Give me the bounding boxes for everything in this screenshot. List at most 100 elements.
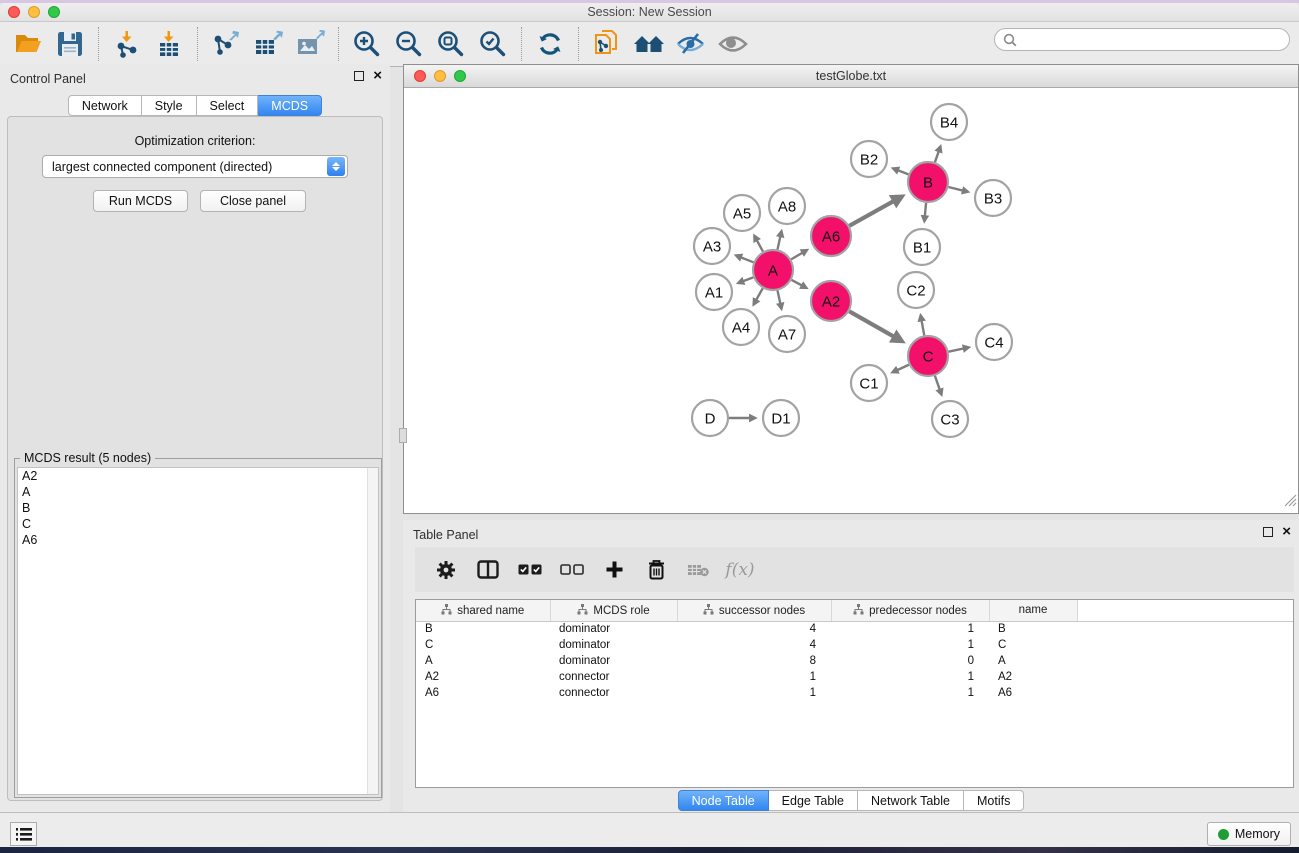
tab-edge-table[interactable]: Edge Table (769, 790, 858, 811)
graph-node-A[interactable]: A (753, 250, 793, 290)
cell-shared-name[interactable]: C (416, 637, 550, 653)
graph-node-A8[interactable]: A8 (769, 188, 805, 224)
graph-node-C[interactable]: C (908, 336, 948, 376)
columns-icon[interactable] (473, 555, 503, 585)
refresh-icon[interactable] (532, 26, 568, 62)
mcds-result-item[interactable]: C (18, 516, 378, 532)
hide-details-icon[interactable] (673, 26, 709, 62)
tab-mcds[interactable]: MCDS (258, 95, 322, 116)
column-header-name[interactable]: name (989, 600, 1077, 621)
cell-successor-nodes[interactable]: 1 (677, 669, 831, 685)
import-table-icon[interactable] (151, 26, 187, 62)
cell-successor-nodes[interactable]: 8 (677, 653, 831, 669)
cell-name[interactable]: C (989, 637, 1077, 653)
column-header-predecessor-nodes[interactable]: predecessor nodes (831, 600, 989, 621)
node-table[interactable]: shared nameMCDS rolesuccessor nodesprede… (415, 599, 1294, 788)
cell-predecessor-nodes[interactable]: 1 (831, 685, 989, 701)
graph-edge-A-A5[interactable] (754, 236, 763, 252)
import-network-icon[interactable] (109, 26, 145, 62)
task-history-button[interactable] (10, 822, 37, 846)
graph-edge-A-A8[interactable] (777, 231, 781, 249)
graph-node-C4[interactable]: C4 (976, 324, 1012, 360)
graph-node-B2[interactable]: B2 (851, 141, 887, 177)
cell-shared-name[interactable]: A2 (416, 669, 550, 685)
graph-edge-A-A4[interactable] (754, 288, 763, 304)
table-row[interactable]: Cdominator41C (416, 637, 1293, 653)
graph-edge-C-C4[interactable] (949, 347, 969, 351)
graph-node-A4[interactable]: A4 (723, 309, 759, 345)
close-panel-icon[interactable]: × (373, 71, 382, 81)
graph-edge-B-B4[interactable] (935, 146, 941, 162)
tab-node-table[interactable]: Node Table (678, 790, 769, 811)
graph-node-B3[interactable]: B3 (975, 180, 1011, 216)
graph-edge-B-B3[interactable] (948, 187, 967, 192)
table-row[interactable]: A2connector11A2 (416, 669, 1293, 685)
mcds-result-item[interactable]: A2 (18, 468, 378, 484)
optimization-criterion-select[interactable]: largest connected component (directed) (42, 155, 348, 178)
cell-predecessor-nodes[interactable]: 1 (831, 669, 989, 685)
cell-mcds-role[interactable]: connector (550, 669, 677, 685)
delete-column-icon[interactable] (641, 555, 671, 585)
cell-mcds-role[interactable]: dominator (550, 653, 677, 669)
cell-successor-nodes[interactable]: 4 (677, 621, 831, 637)
export-network-icon[interactable] (208, 26, 244, 62)
mcds-result-item[interactable]: A6 (18, 532, 378, 548)
delete-table-icon[interactable] (683, 555, 713, 585)
column-header-mcds-role[interactable]: MCDS role (550, 600, 677, 621)
search-input[interactable] (1022, 33, 1281, 47)
graph-edge-B-B2[interactable] (893, 168, 908, 174)
function-builder-icon[interactable]: f(x) (725, 555, 755, 585)
add-column-icon[interactable] (599, 555, 629, 585)
column-header-shared-name[interactable]: shared name (416, 600, 550, 621)
float-table-panel-icon[interactable] (1263, 527, 1273, 537)
tab-select[interactable]: Select (197, 95, 259, 116)
table-row[interactable]: Bdominator41B (416, 621, 1293, 637)
graph-node-A2[interactable]: A2 (811, 281, 851, 321)
graph-edge-A2-C[interactable] (849, 311, 902, 341)
export-image-icon[interactable] (292, 26, 328, 62)
cell-predecessor-nodes[interactable]: 0 (831, 653, 989, 669)
zoom-selected-icon[interactable] (475, 26, 511, 62)
graph-node-A3[interactable]: A3 (694, 228, 730, 264)
cell-mcds-role[interactable]: dominator (550, 621, 677, 637)
cell-predecessor-nodes[interactable]: 1 (831, 637, 989, 653)
cell-shared-name[interactable]: A6 (416, 685, 550, 701)
split-pane-handle[interactable] (399, 428, 407, 443)
run-mcds-button[interactable]: Run MCDS (93, 190, 188, 212)
graph-node-D[interactable]: D (692, 400, 728, 436)
memory-button[interactable]: Memory (1207, 822, 1291, 846)
graph-edge-C-C3[interactable] (935, 376, 942, 395)
graph-node-B[interactable]: B (908, 162, 948, 202)
cell-predecessor-nodes[interactable]: 1 (831, 621, 989, 637)
graph-node-D1[interactable]: D1 (763, 400, 799, 436)
close-table-panel-icon[interactable]: × (1282, 527, 1291, 537)
cell-name[interactable]: A (989, 653, 1077, 669)
tab-style[interactable]: Style (142, 95, 197, 116)
cell-successor-nodes[interactable]: 4 (677, 637, 831, 653)
mcds-result-item[interactable]: B (18, 500, 378, 516)
cell-name[interactable]: A2 (989, 669, 1077, 685)
graph-node-A7[interactable]: A7 (769, 316, 805, 352)
cell-shared-name[interactable]: A (416, 653, 550, 669)
graph-node-C3[interactable]: C3 (932, 401, 968, 437)
table-row[interactable]: A6connector11A6 (416, 685, 1293, 701)
resize-grip-icon[interactable] (1284, 494, 1297, 512)
search-field[interactable] (994, 28, 1290, 51)
float-panel-icon[interactable] (354, 71, 364, 81)
graph-edge-C-C1[interactable] (893, 365, 909, 372)
cell-mcds-role[interactable]: connector (550, 685, 677, 701)
graph-node-A1[interactable]: A1 (696, 274, 732, 310)
zoom-out-icon[interactable] (391, 26, 427, 62)
show-details-icon[interactable] (715, 26, 751, 62)
mcds-result-item[interactable]: A (18, 484, 378, 500)
tab-network-table[interactable]: Network Table (858, 790, 964, 811)
cell-name[interactable]: B (989, 621, 1077, 637)
graph-node-A5[interactable]: A5 (724, 195, 760, 231)
graph-node-A6[interactable]: A6 (811, 216, 851, 256)
graph-edge-A6-B[interactable] (849, 197, 901, 226)
network-from-document-icon[interactable] (589, 26, 625, 62)
cell-name[interactable]: A6 (989, 685, 1077, 701)
graph-edge-C-C2[interactable] (921, 315, 925, 335)
network-canvas[interactable]: AA1A2A3A4A5A6A7A8BB1B2B3B4CC1C2C3C4DD1 (404, 88, 1298, 513)
mcds-result-list[interactable]: A2ABCA6 (17, 467, 379, 795)
